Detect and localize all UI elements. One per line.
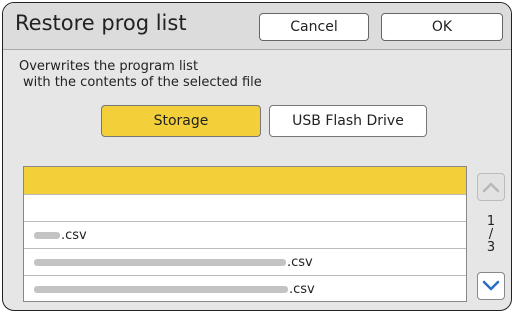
storage-button[interactable]: Storage — [101, 105, 261, 137]
page-indicator: 1 / 3 — [479, 215, 503, 254]
ok-button[interactable]: OK — [381, 13, 503, 41]
file-row-selected[interactable] — [24, 167, 466, 195]
chevron-up-icon — [482, 182, 500, 193]
description-line-2: with the contents of the selected file — [23, 75, 262, 90]
file-row[interactable]: .csv — [24, 249, 466, 276]
usb-flash-drive-button[interactable]: USB Flash Drive — [269, 105, 427, 137]
file-row[interactable]: .csv — [24, 276, 466, 302]
dialog-header: Restore prog list Cancel OK — [3, 3, 511, 50]
restore-dialog: Restore prog list Cancel OK Overwrites t… — [2, 2, 512, 311]
page-total: 3 — [486, 240, 496, 255]
file-extension: .csv — [289, 281, 315, 297]
scroll-down-button[interactable] — [477, 272, 505, 300]
redacted-filename — [34, 285, 288, 293]
file-row[interactable] — [24, 195, 466, 222]
chevron-down-icon — [482, 280, 500, 291]
file-extension: .csv — [61, 227, 87, 243]
scroll-up-button[interactable] — [477, 173, 505, 201]
cancel-button[interactable]: Cancel — [259, 13, 369, 41]
file-name-wrap: .csv — [24, 255, 313, 270]
file-name-wrap: .csv — [24, 228, 87, 243]
description: Overwrites the program list with the con… — [19, 59, 262, 91]
page-title: Restore prog list — [15, 11, 187, 35]
description-line-1: Overwrites the program list — [19, 59, 199, 74]
redacted-filename — [34, 258, 286, 266]
file-extension: .csv — [287, 254, 313, 270]
file-name-wrap: .csv — [24, 282, 315, 297]
redacted-filename — [34, 231, 60, 239]
file-row[interactable]: .csv — [24, 222, 466, 249]
file-list: .csv .csv .csv — [23, 166, 467, 302]
